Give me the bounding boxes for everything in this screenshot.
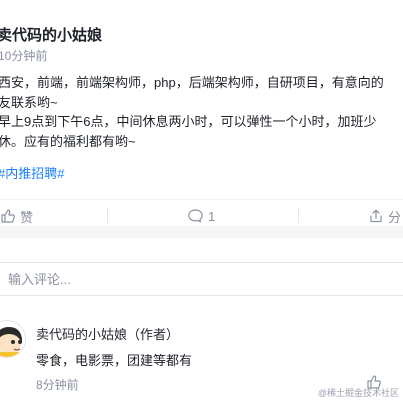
share-label: 分	[388, 209, 402, 225]
comment-input[interactable]	[0, 263, 388, 295]
post-author-name[interactable]: 卖代码的小姑娘	[0, 24, 102, 45]
watermark: @稀土掘金技术社区	[317, 388, 399, 398]
comment-input-wrapper	[0, 262, 403, 296]
share-icon	[370, 209, 382, 223]
actions-divider	[0, 199, 403, 200]
thumbs-up-icon	[1, 209, 15, 223]
post-content: 西安，前端，前端架构师，php，后端架构师，自研项目，有意向的 友联系哟~ 早上…	[0, 73, 403, 151]
post-content-line: 西安，前端，前端架构师，php，后端架构师，自研项目，有意向的	[0, 75, 384, 90]
action-separator	[298, 207, 299, 223]
comment-count: 1	[208, 208, 216, 224]
comment-author-name[interactable]: 卖代码的小姑娘（作者）	[36, 324, 179, 343]
comment-text: 零食，电影票，团建等都有	[36, 353, 193, 368]
action-separator	[107, 207, 108, 223]
like-button[interactable]: 赞	[0, 206, 33, 226]
cartoon-avatar-icon	[0, 321, 25, 357]
comment-item: 卖代码的小姑娘（作者） 零食，电影票，团建等都有 8分钟前 @稀土掘金技术社区	[0, 314, 403, 403]
post-time: 10分钟前	[0, 49, 48, 63]
like-label: 赞	[20, 209, 34, 225]
comment-time: 8分钟前	[36, 378, 79, 392]
post-content-line: 友联系哟~	[0, 94, 58, 110]
comment-bubble-icon	[188, 209, 203, 223]
post-card: 卖代码的小姑娘 10分钟前 西安，前端，前端架构师，php，后端架构师，自研项目…	[0, 0, 403, 226]
share-button[interactable]: 分	[368, 206, 401, 226]
post-content-line: 休。应有的福利都有哟~	[0, 133, 136, 149]
topic-tag-link[interactable]: #内推招聘#	[0, 163, 64, 182]
post-content-line: 早上9点到下午6点，中间休息两小时，可以弹性一个小时，加班少	[0, 114, 377, 129]
comment-button[interactable]: 1	[187, 206, 215, 226]
avatar[interactable]	[0, 320, 26, 358]
